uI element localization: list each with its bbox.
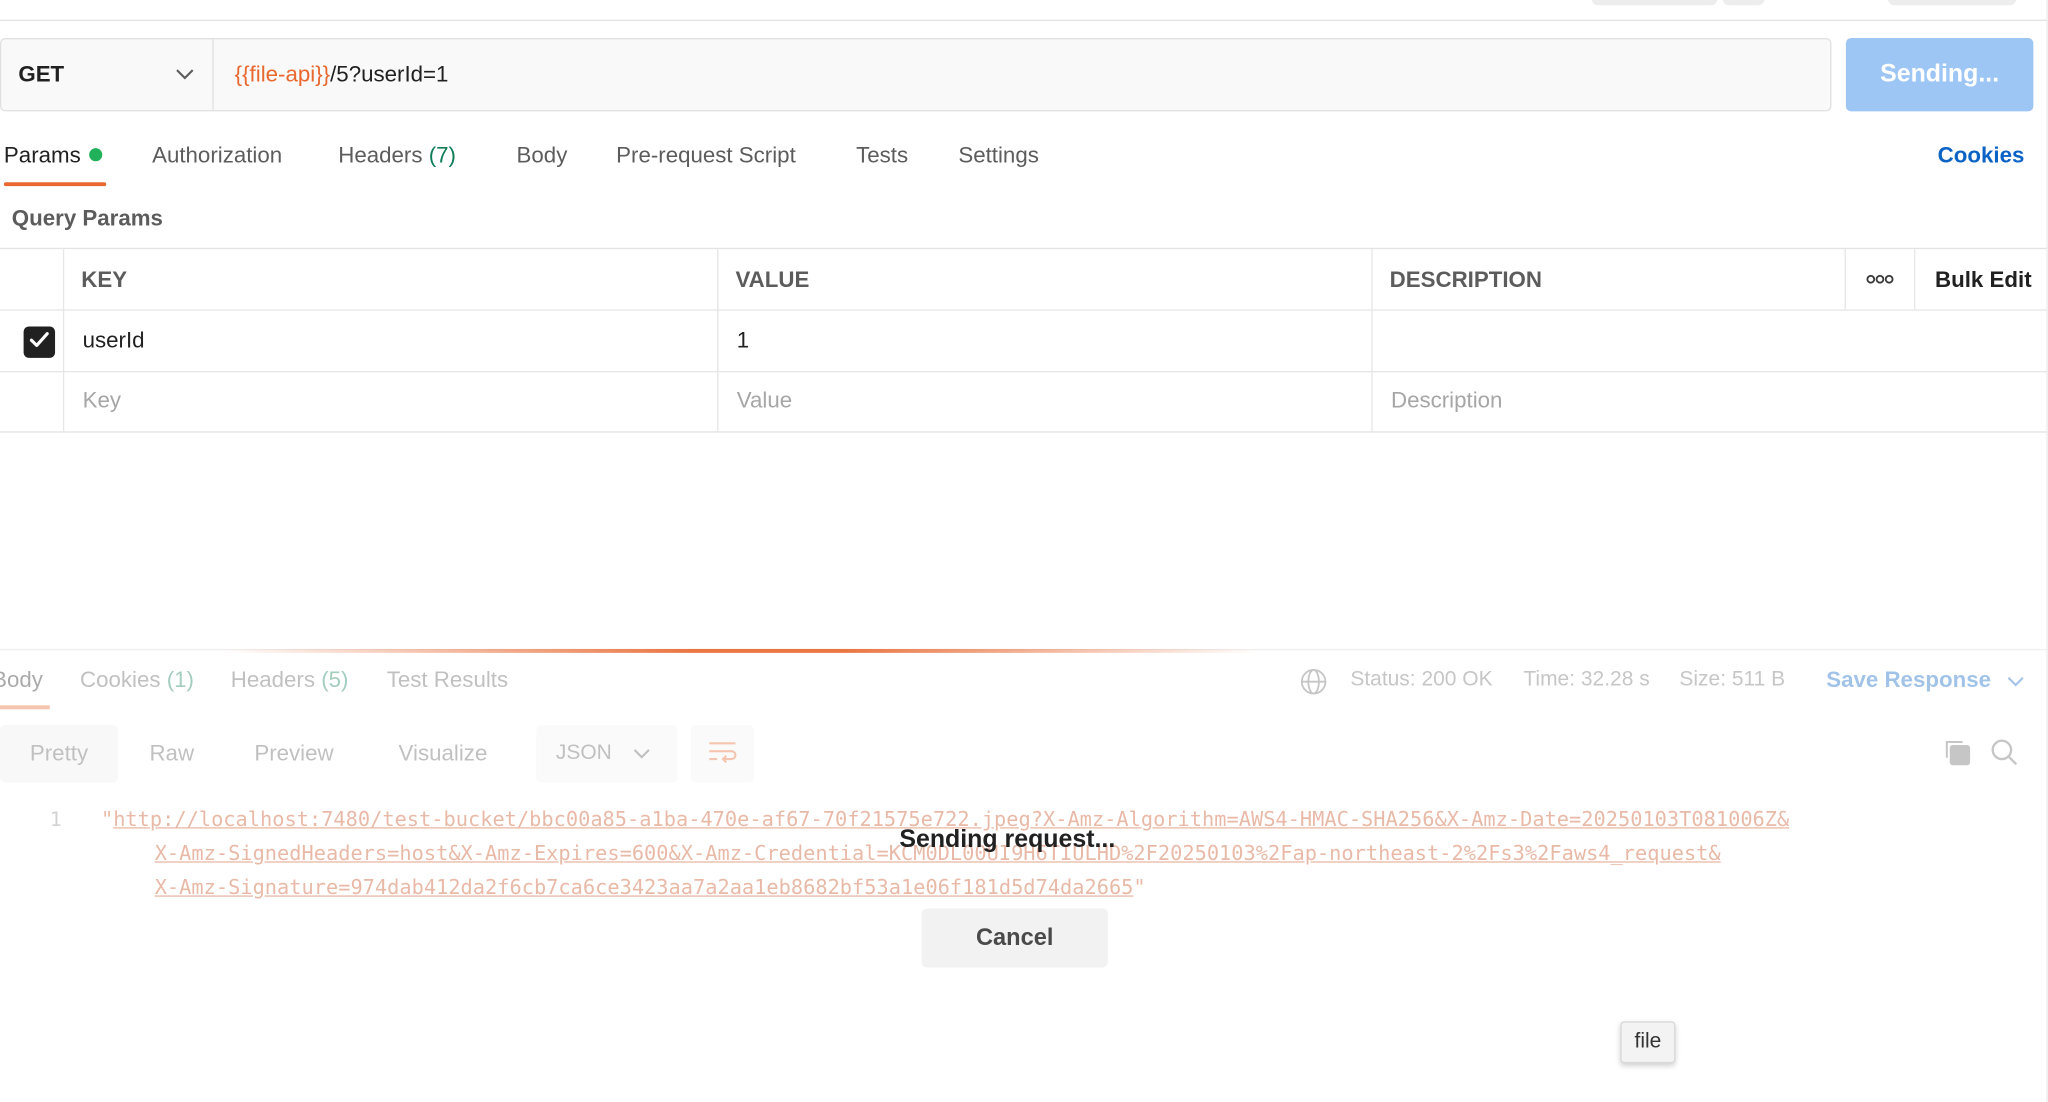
params-active-dot <box>88 148 102 162</box>
file-tooltip: file <box>1620 1021 1676 1064</box>
url-path: /5?userId=1 <box>330 61 449 87</box>
new-value-input[interactable]: Value <box>737 388 792 414</box>
tab-headers[interactable]: Headers (7) <box>338 143 456 169</box>
tab-pre-request-script[interactable]: Pre-request Script <box>616 143 796 169</box>
response-tab-headers[interactable]: Headers (5) <box>231 667 349 693</box>
new-key-input[interactable]: Key <box>83 388 121 414</box>
response-tab-test-results[interactable]: Test Results <box>387 667 508 693</box>
new-description-input[interactable]: Description <box>1391 388 1502 414</box>
column-divider <box>1844 249 1846 310</box>
table-divider <box>0 309 2048 311</box>
response-headers-count: (5) <box>321 667 349 693</box>
response-code-line[interactable]: X-Amz-Signature=974dab412da2f6cb7ca6ce34… <box>155 876 1146 900</box>
tab-params-label: Params <box>3 142 81 168</box>
query-params-table: KEY VALUE DESCRIPTION Bulk Edit userId 1… <box>0 247 2048 433</box>
column-divider <box>62 249 65 433</box>
top-toolbar-strip <box>0 0 2048 21</box>
cookies-link[interactable]: Cookies <box>1938 143 2025 169</box>
line-number: 1 <box>49 807 62 832</box>
language-select[interactable]: JSON <box>536 724 678 783</box>
response-tab-body[interactable]: Body <box>0 667 43 693</box>
response-url-part[interactable]: X-Amz-Signature=974dab412da2f6cb7ca6ce34… <box>155 876 1134 900</box>
tab-settings[interactable]: Settings <box>958 143 1039 169</box>
response-size: Size: 511 B <box>1679 668 1786 691</box>
wrap-lines-icon <box>708 739 737 769</box>
chevron-down-icon <box>2008 667 2025 692</box>
key-column-header: KEY <box>81 267 128 293</box>
format-pretty-button[interactable]: Pretty <box>0 724 118 783</box>
sending-request-message: Sending request... <box>899 825 1116 854</box>
param-value-cell[interactable]: 1 <box>737 328 749 354</box>
column-divider <box>1371 249 1373 433</box>
string-quote: " <box>1133 875 1146 900</box>
tab-params[interactable]: Params <box>4 143 102 169</box>
description-column-header: DESCRIPTION <box>1389 267 1542 293</box>
param-key-cell[interactable]: userId <box>83 328 145 354</box>
cancel-request-button[interactable]: Cancel <box>921 908 1108 968</box>
send-button[interactable]: Sending... <box>1845 38 2034 112</box>
copy-icon[interactable] <box>1943 738 1972 773</box>
save-response-button[interactable]: Save Response <box>1826 667 2025 693</box>
format-visualize-button[interactable]: Visualize <box>399 725 488 783</box>
table-divider <box>0 371 2048 373</box>
language-label: JSON <box>555 742 612 765</box>
format-raw-button[interactable]: Raw <box>149 725 194 783</box>
globe-icon[interactable] <box>1299 667 1328 702</box>
postman-window: GET {{file-api}}/5?userId=1 Sending... P… <box>0 0 2048 1102</box>
wrap-lines-button[interactable] <box>690 724 754 783</box>
query-params-title: Query Params <box>11 205 163 231</box>
response-tab-cookies-label: Cookies <box>79 667 161 693</box>
more-horizontal-icon[interactable] <box>1866 269 1895 290</box>
response-tab-headers-label: Headers <box>230 667 315 693</box>
method-label: GET <box>18 61 65 87</box>
bulk-edit-button[interactable]: Bulk Edit <box>1935 267 2032 293</box>
method-dropdown[interactable]: GET <box>1 39 214 111</box>
search-icon[interactable] <box>1990 738 2019 773</box>
chevron-down-icon <box>176 63 194 87</box>
format-preview-button[interactable]: Preview <box>254 725 333 783</box>
top-toolbar-control[interactable] <box>1591 0 1718 6</box>
headers-count: (7) <box>428 142 456 168</box>
url-input[interactable]: {{file-api}}/5?userId=1 <box>214 39 449 110</box>
column-divider <box>1914 249 1916 310</box>
tab-headers-label: Headers <box>338 142 423 168</box>
tab-authorization[interactable]: Authorization <box>152 143 282 169</box>
string-quote: " <box>100 807 114 832</box>
save-response-label: Save Response <box>1826 667 1991 693</box>
top-toolbar-control[interactable] <box>1722 0 1765 6</box>
response-time: Time: 32.28 s <box>1523 668 1650 691</box>
tab-body[interactable]: Body <box>517 143 568 169</box>
column-divider <box>717 249 719 433</box>
url-variable: {{file-api}} <box>234 61 331 87</box>
chevron-down-icon <box>633 742 650 766</box>
tab-tests[interactable]: Tests <box>856 143 908 169</box>
request-url-bar: GET {{file-api}}/5?userId=1 <box>0 38 1832 112</box>
checkmark-icon <box>29 330 50 355</box>
value-column-header: VALUE <box>735 267 810 293</box>
active-tab-indicator <box>3 182 107 187</box>
row-checkbox[interactable] <box>23 326 56 358</box>
response-tab-cookies[interactable]: Cookies (1) <box>80 667 194 693</box>
response-cookies-count: (1) <box>166 667 194 693</box>
top-toolbar-control[interactable] <box>1887 0 2017 6</box>
active-tab-indicator <box>0 705 50 710</box>
response-pane: Body Cookies (1) Headers (5) Test Result… <box>0 650 2048 1102</box>
response-status: Status: 200 OK <box>1350 668 1493 691</box>
